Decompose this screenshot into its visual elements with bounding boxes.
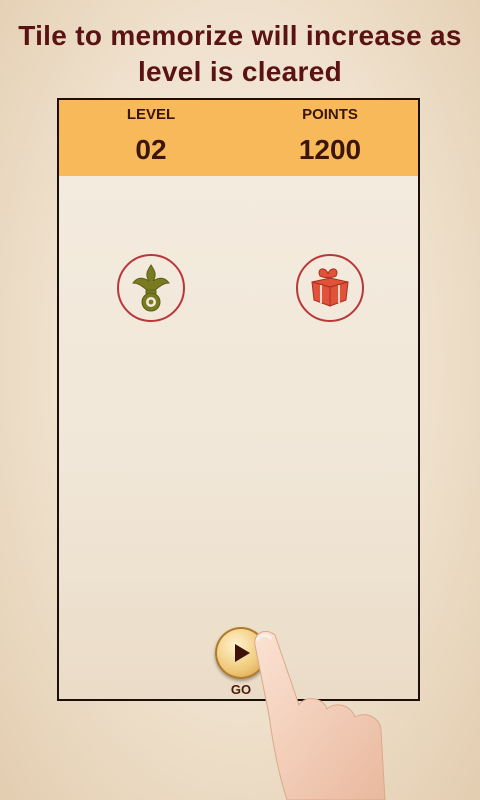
level-value: 02 [135, 134, 167, 165]
score-bar: LEVEL 02 POINTS 1200 [59, 100, 418, 176]
caption-line-1: Tile to memorize will increase as [18, 20, 462, 51]
go-label: GO [230, 682, 252, 697]
memory-tile-2[interactable] [296, 254, 364, 322]
points-label: POINTS [302, 106, 358, 123]
caption-line-2: level is cleared [137, 56, 343, 87]
caption: Tile to memorize will increase as level … [0, 18, 480, 90]
memory-tile-1[interactable] [117, 254, 185, 322]
level-label: LEVEL [126, 106, 176, 123]
play-icon [235, 644, 250, 662]
gift-box-icon [311, 268, 349, 307]
game-board: LEVEL 02 POINTS 1200 GO [57, 98, 420, 701]
go-button[interactable] [215, 627, 267, 679]
points-value: 1200 [298, 134, 362, 165]
fleur-de-lis-icon [132, 264, 170, 312]
